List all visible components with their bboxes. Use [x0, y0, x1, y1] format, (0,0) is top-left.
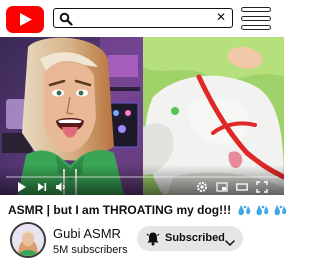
search-icon[interactable] — [59, 12, 73, 26]
video-player[interactable] — [0, 37, 284, 195]
chevron-down-icon — [225, 235, 235, 247]
search-input[interactable] — [76, 11, 216, 26]
hamburger-menu-icon[interactable] — [241, 7, 271, 30]
top-bar: ✕ — [0, 0, 284, 36]
miniplayer-icon[interactable] — [216, 181, 228, 193]
channel-avatar[interactable] — [10, 222, 46, 258]
bell-icon — [146, 231, 160, 246]
next-icon[interactable] — [36, 181, 48, 193]
settings-icon[interactable] — [196, 181, 208, 193]
search-bar[interactable]: ✕ — [53, 8, 233, 28]
volume-icon[interactable] — [55, 181, 67, 193]
fullscreen-icon[interactable] — [256, 181, 268, 193]
youtube-logo-icon[interactable] — [6, 6, 44, 33]
player-controls — [0, 165, 284, 195]
subscriber-count: 5M subscribers — [53, 244, 128, 256]
play-icon[interactable] — [16, 181, 28, 193]
sweat-droplets-icon — [237, 204, 291, 220]
channel-name[interactable]: Gubi ASMR — [53, 226, 121, 241]
video-title-text: ASMR | but I am THROATING my dog!!! — [8, 203, 232, 217]
subscribed-button[interactable]: Subscribed — [137, 226, 243, 251]
subscribed-label: Subscribed — [165, 232, 225, 244]
video-title: ASMR | but I am THROATING my dog!!! — [8, 203, 287, 221]
close-icon[interactable]: ✕ — [214, 10, 228, 25]
progress-bar[interactable] — [6, 176, 278, 178]
theater-icon[interactable] — [236, 181, 248, 193]
